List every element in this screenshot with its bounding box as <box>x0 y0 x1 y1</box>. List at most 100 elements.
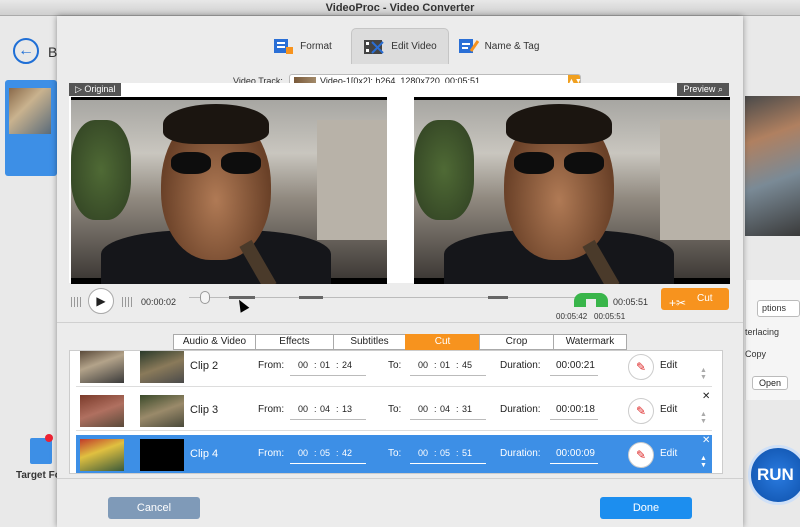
subtab-audio-video[interactable]: Audio & Video <box>173 334 255 350</box>
edit-label[interactable]: Edit <box>660 448 677 459</box>
subtab-watermark[interactable]: Watermark <box>553 334 627 350</box>
tab-edit-video[interactable]: Edit Video <box>351 28 449 64</box>
original-label-text: Original <box>84 84 116 94</box>
current-time: 00:00:02 <box>141 297 177 307</box>
marker-start-time: 00:05:42 <box>556 312 588 321</box>
tab-name-tag-label: Name & Tag <box>484 40 540 52</box>
divider <box>57 478 743 479</box>
duration-underline <box>550 463 598 464</box>
edit-subtabs: Audio & Video Effects Subtitles Cut Crop… <box>173 334 627 350</box>
to-seconds[interactable]: 45 <box>462 360 472 370</box>
from-underline <box>290 419 366 420</box>
play-button[interactable]: ▶ <box>88 288 114 314</box>
subtab-crop[interactable]: Crop <box>479 334 553 350</box>
edit-label[interactable]: Edit <box>660 360 677 371</box>
clip-row[interactable]: Clip 2 From: 00 : 01 : 24 To: 00 : 01 : … <box>76 351 712 387</box>
run-button[interactable]: RUN <box>748 445 800 505</box>
tab-name-tag[interactable]: Name & Tag <box>449 28 547 64</box>
clip-end-thumbnail <box>140 395 184 427</box>
timeline-segment <box>488 296 508 299</box>
timeline-segment <box>299 296 323 299</box>
preview-label-text: Preview <box>683 84 716 94</box>
open-button[interactable]: Open <box>752 376 788 390</box>
close-icon[interactable]: ✕ <box>702 435 710 446</box>
edit-clip-button[interactable]: ✎ <box>628 442 654 468</box>
original-label: ▷ Original <box>69 83 122 96</box>
edit-video-icon <box>364 39 385 54</box>
cut-range-marker[interactable] <box>574 293 608 307</box>
drag-handle-left[interactable] <box>71 297 81 307</box>
reorder-arrows-icon[interactable]: ▲ ▼ <box>700 411 707 425</box>
to-label: To: <box>388 448 402 459</box>
clip-row-selected[interactable]: Clip 4 From: 00 : 05 : 42 To: 00 : 05 : … <box>76 435 712 473</box>
deinterlacing-option[interactable]: terlacing <box>745 327 779 337</box>
auto-copy-option[interactable]: Copy <box>745 349 766 359</box>
from-seconds[interactable]: 13 <box>342 404 352 414</box>
preview-toggle[interactable]: Preview ⌕ <box>677 83 729 96</box>
to-underline <box>410 463 486 464</box>
duration-value: 00:00:09 <box>556 448 595 459</box>
preview-video <box>414 97 730 284</box>
to-label: To: <box>388 404 402 415</box>
to-minutes[interactable]: 05 <box>440 448 450 458</box>
original-video <box>71 97 387 284</box>
clip-name: Clip 4 <box>190 448 219 460</box>
to-minutes[interactable]: 01 <box>440 360 450 370</box>
duration-underline <box>550 375 598 376</box>
clip-list: Clip 2 From: 00 : 01 : 24 To: 00 : 01 : … <box>69 350 723 474</box>
to-underline <box>410 375 486 376</box>
clip-start-thumbnail <box>80 395 124 427</box>
to-minutes[interactable]: 04 <box>440 404 450 414</box>
from-label: From: <box>258 404 285 415</box>
clip-name: Clip 3 <box>190 404 219 416</box>
subtab-cut[interactable]: Cut <box>405 334 479 350</box>
from-hours[interactable]: 00 <box>298 448 308 458</box>
clip-row[interactable]: Clip 3 From: 00 : 04 : 13 To: 00 : 04 : … <box>76 391 712 431</box>
pencil-icon: ✎ <box>635 360 647 374</box>
to-hours[interactable]: 00 <box>418 360 428 370</box>
clip-start-thumbnail <box>80 439 124 471</box>
cancel-button[interactable]: Cancel <box>108 497 200 519</box>
options-button[interactable]: ptions <box>757 300 800 317</box>
back-arrow-icon[interactable]: ← <box>13 38 39 64</box>
timeline-handle[interactable] <box>200 291 210 304</box>
clip-start-thumbnail <box>80 351 124 383</box>
cut-button[interactable]: +✂ Cut <box>661 288 729 310</box>
background-video-thumbnail <box>9 88 51 134</box>
to-label: To: <box>388 360 402 371</box>
edit-label[interactable]: Edit <box>660 404 677 415</box>
drag-handle-mid[interactable] <box>122 297 132 307</box>
reorder-arrows-icon[interactable]: ▲ ▼ <box>700 367 707 381</box>
from-minutes[interactable]: 01 <box>320 360 330 370</box>
edit-video-dialog: Format Edit Video Name & Tag Video Track… <box>57 16 743 527</box>
tab-format[interactable]: Format <box>253 28 351 64</box>
marker-end-time: 00:05:51 <box>594 312 626 321</box>
clip-end-thumbnail <box>140 439 184 471</box>
target-format-label: Target Fo <box>16 470 61 481</box>
window-title: VideoProc - Video Converter <box>0 0 800 16</box>
to-underline <box>410 419 486 420</box>
to-seconds[interactable]: 31 <box>462 404 472 414</box>
from-minutes[interactable]: 04 <box>320 404 330 414</box>
from-minutes[interactable]: 05 <box>320 448 330 458</box>
reorder-arrows-icon[interactable]: ▲ ▼ <box>700 455 707 469</box>
edit-clip-button[interactable]: ✎ <box>628 354 654 380</box>
done-button[interactable]: Done <box>600 497 692 519</box>
to-hours[interactable]: 00 <box>418 448 428 458</box>
from-hours[interactable]: 00 <box>298 404 308 414</box>
notification-dot-icon <box>45 434 53 442</box>
duration-label: Duration: <box>500 404 541 415</box>
subtab-subtitles[interactable]: Subtitles <box>333 334 405 350</box>
to-hours[interactable]: 00 <box>418 404 428 414</box>
tab-edit-video-label: Edit Video <box>391 41 437 52</box>
edit-clip-button[interactable]: ✎ <box>628 398 654 424</box>
to-seconds[interactable]: 51 <box>462 448 472 458</box>
from-seconds[interactable]: 42 <box>342 448 352 458</box>
from-hours[interactable]: 00 <box>298 360 308 370</box>
clip-name: Clip 2 <box>190 360 219 372</box>
close-icon[interactable]: ✕ <box>702 391 710 402</box>
subtab-effects[interactable]: Effects <box>255 334 333 350</box>
tab-format-label: Format <box>300 40 332 52</box>
background-preview-image <box>745 96 800 236</box>
from-seconds[interactable]: 24 <box>342 360 352 370</box>
